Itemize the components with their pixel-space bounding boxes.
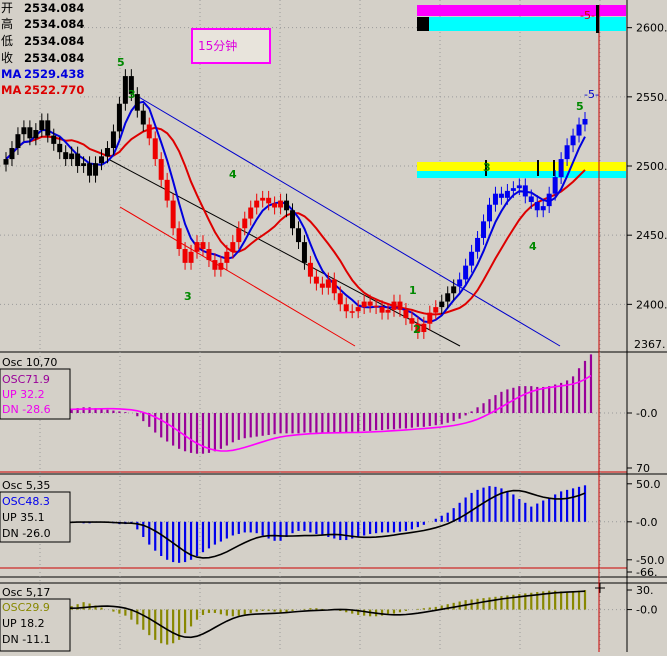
ma-slow-label: MA bbox=[1, 83, 21, 97]
osc3-up-value: UP 18.2 bbox=[2, 617, 45, 630]
wave-label-3b: 3 bbox=[184, 290, 192, 303]
osc-tick-label: -50.0 bbox=[636, 554, 664, 567]
osc-tick-label: -0.0 bbox=[636, 604, 657, 617]
chart-svg: 2600. 2550. 2500. 2450. 2400. 2367. -0.0 70 50.0… bbox=[0, 0, 667, 652]
wave-label-4b: 4 bbox=[529, 240, 537, 253]
wave-label-3c: 3 bbox=[483, 161, 491, 174]
ma-fast-label: MA bbox=[1, 67, 21, 81]
wave-label-4: 4 bbox=[229, 168, 237, 181]
ma-slow-value: 2522.770 bbox=[24, 83, 84, 97]
osc1-title: Osc 10,70 bbox=[2, 356, 57, 369]
osc2-up-value: UP 35.1 bbox=[2, 511, 45, 524]
osc3-panel-bg bbox=[0, 584, 627, 652]
close-label: 收 bbox=[1, 51, 13, 65]
open-label: 开 bbox=[1, 1, 13, 15]
osc2-title: Osc 5,35 bbox=[2, 479, 50, 492]
osc3-dn-value: DN -11.1 bbox=[2, 633, 51, 646]
low-label: 低 bbox=[1, 34, 13, 48]
high-value: 2534.084 bbox=[24, 17, 84, 31]
high-label: 高 bbox=[1, 16, 13, 31]
osc-tick-label: 70 bbox=[636, 462, 650, 475]
wave-label-minus5-top: -5- bbox=[580, 9, 595, 22]
close-value: 2534.084 bbox=[24, 51, 84, 65]
price-tick-label: 2500. bbox=[636, 160, 667, 173]
ma-fast-value: 2529.438 bbox=[24, 67, 84, 81]
wave-label-2: 2 bbox=[413, 323, 421, 336]
price-tick-label: 2367. bbox=[634, 338, 666, 351]
price-tick-label: 2450. bbox=[636, 229, 667, 242]
cyan-band-mid bbox=[417, 171, 626, 178]
wave-label-3: 3 bbox=[128, 88, 136, 101]
yellow-band bbox=[417, 162, 626, 171]
open-value: 2534.084 bbox=[24, 1, 84, 15]
osc1-dn-value: DN -28.6 bbox=[2, 403, 51, 416]
osc-tick-label: -0.0 bbox=[636, 407, 657, 420]
black-marker bbox=[417, 17, 429, 31]
price-tick-label: 2400. bbox=[636, 298, 667, 311]
osc-tick-label: -66. bbox=[636, 566, 657, 579]
wave-label-1: 1 bbox=[409, 284, 417, 297]
osc2-dn-value: DN -26.0 bbox=[2, 527, 51, 540]
osc2-panel-bg bbox=[0, 478, 627, 576]
osc1-up-value: UP 32.2 bbox=[2, 388, 45, 401]
low-value: 2534.084 bbox=[24, 34, 84, 48]
osc-tick-label: -0.0 bbox=[636, 516, 657, 529]
osc2-osc-value: OSC48.3 bbox=[2, 495, 50, 508]
osc-tick-label: 30. bbox=[636, 584, 654, 597]
osc1-osc-value: OSC71.9 bbox=[2, 373, 50, 386]
wave-label-minus5: -5- bbox=[584, 88, 599, 101]
price-tick-label: 2550. bbox=[636, 91, 667, 104]
osc3-osc-value: OSC29.9 bbox=[2, 601, 50, 614]
osc-tick-label: 50.0 bbox=[636, 478, 661, 491]
price-tick-label: 2600. bbox=[636, 22, 667, 35]
timeframe-label: 15分钟 bbox=[198, 38, 237, 53]
osc3-title: Osc 5,17 bbox=[2, 586, 50, 599]
wave-label-5b: 5 bbox=[576, 100, 584, 113]
chart-window: 2600. 2550. 2500. 2450. 2400. 2367. -0.0 70 50.0… bbox=[0, 0, 667, 652]
wave-label-5: 5 bbox=[117, 56, 125, 69]
